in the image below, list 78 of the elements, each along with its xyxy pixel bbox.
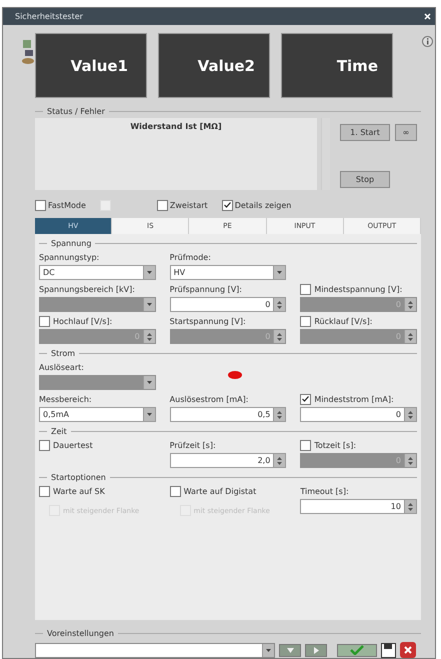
caret-icon xyxy=(266,648,271,652)
field-label: Spannungstyp: xyxy=(39,252,100,262)
number-field[interactable]: 0,5 xyxy=(170,407,286,422)
caret-icon xyxy=(146,413,152,416)
field-label: Prüfmode: xyxy=(170,252,211,262)
action-button[interactable]: 1. Start xyxy=(340,124,390,141)
field-label: Totzeit [s]: xyxy=(314,440,356,450)
field-label: Startspannung [V]: xyxy=(170,316,246,326)
checkbox-label: FastMode xyxy=(48,200,86,210)
delete-icon[interactable] xyxy=(400,642,416,658)
save-icon[interactable] xyxy=(381,642,396,658)
checkbox[interactable] xyxy=(300,394,312,404)
field-label: Auslösestrom [mA]: xyxy=(170,394,248,404)
field-label: Warte auf Digistat xyxy=(184,486,256,496)
checkbox[interactable] xyxy=(39,440,50,450)
group-legend: Startoptionen xyxy=(51,473,106,482)
field-label: Prüfspannung [V]: xyxy=(170,284,242,294)
spinner-arrows-icon xyxy=(408,502,413,512)
value-tile: Time xyxy=(281,33,393,98)
spinner-arrows-icon xyxy=(408,410,413,420)
field-label: Prüfzeit [s]: xyxy=(170,440,216,450)
spinner-arrows-icon xyxy=(277,456,282,466)
group-legend: Zeit xyxy=(51,427,67,436)
action-button[interactable]: ∞ xyxy=(395,124,417,141)
checkbox[interactable] xyxy=(170,486,181,496)
caret-icon xyxy=(146,303,152,306)
value-tile: Value1 xyxy=(35,33,147,98)
checkbox[interactable] xyxy=(39,486,50,496)
field-label: Messbereich: xyxy=(39,394,92,404)
spinner-arrows-icon xyxy=(277,410,282,420)
info-icon[interactable] xyxy=(422,36,433,47)
dropdown-field[interactable]: DC xyxy=(39,265,156,280)
value-tile: Value2 xyxy=(158,33,270,98)
checkbox[interactable] xyxy=(156,200,168,210)
tester-icon xyxy=(21,39,35,65)
spinner-arrows-icon xyxy=(408,456,413,466)
caret-icon xyxy=(146,271,152,274)
spinner-arrows-icon xyxy=(146,332,152,342)
group-legend: Voreinstellungen xyxy=(47,629,114,638)
spinner-arrows-icon xyxy=(277,332,282,342)
spinner-arrows-icon xyxy=(277,300,282,310)
close-icon[interactable] xyxy=(424,13,431,20)
checkmark-icon xyxy=(350,645,364,655)
number-field[interactable]: 2,0 xyxy=(170,453,286,468)
checkbox-label: Zweistart xyxy=(170,200,208,210)
spinner-arrows-icon xyxy=(408,300,413,310)
field-label: Auslöseart: xyxy=(39,362,84,372)
stop-button[interactable]: Stop xyxy=(340,171,390,188)
arrow-right-icon xyxy=(314,646,318,654)
field-label: Rücklauf [V/s]: xyxy=(314,316,372,326)
marker-dot xyxy=(228,371,242,379)
field-label: Hochlauf [V/s]: xyxy=(53,316,112,326)
field-label: Mindestspannung [V]: xyxy=(314,284,402,294)
field-label: Timeout [s]: xyxy=(300,486,349,496)
group-legend: Status / Fehler xyxy=(47,107,105,116)
number-field[interactable]: 0 xyxy=(170,297,286,312)
dropdown-field[interactable]: 0,5mA xyxy=(39,407,156,422)
spinner-arrows-icon xyxy=(408,332,413,342)
number-field[interactable]: 10 xyxy=(300,499,417,514)
window-title: Sicherheitstester xyxy=(15,12,83,21)
checkbox[interactable] xyxy=(222,200,233,210)
field-label: Mindeststrom [mA]: xyxy=(314,394,394,404)
load-button[interactable] xyxy=(305,644,327,656)
status-heading: Widerstand Ist [MΩ] xyxy=(130,122,222,133)
load-button[interactable] xyxy=(279,644,301,656)
number-field[interactable]: 0 xyxy=(300,407,417,422)
preset-dropdown[interactable] xyxy=(35,642,275,658)
field-label: Spannungsbereich [kV]: xyxy=(39,284,135,294)
group-legend: Strom xyxy=(51,349,76,358)
checkbox-label: Details zeigen xyxy=(234,200,292,210)
arrow-down-icon xyxy=(286,648,294,652)
group-legend: Spannung xyxy=(51,239,92,248)
caret-icon xyxy=(146,381,152,384)
caret-icon xyxy=(277,271,282,274)
field-label: Warte auf SK xyxy=(53,486,105,496)
dropdown-field[interactable]: HV xyxy=(170,265,286,280)
checkbox[interactable] xyxy=(35,200,46,210)
field-label: Dauertest xyxy=(53,440,93,450)
